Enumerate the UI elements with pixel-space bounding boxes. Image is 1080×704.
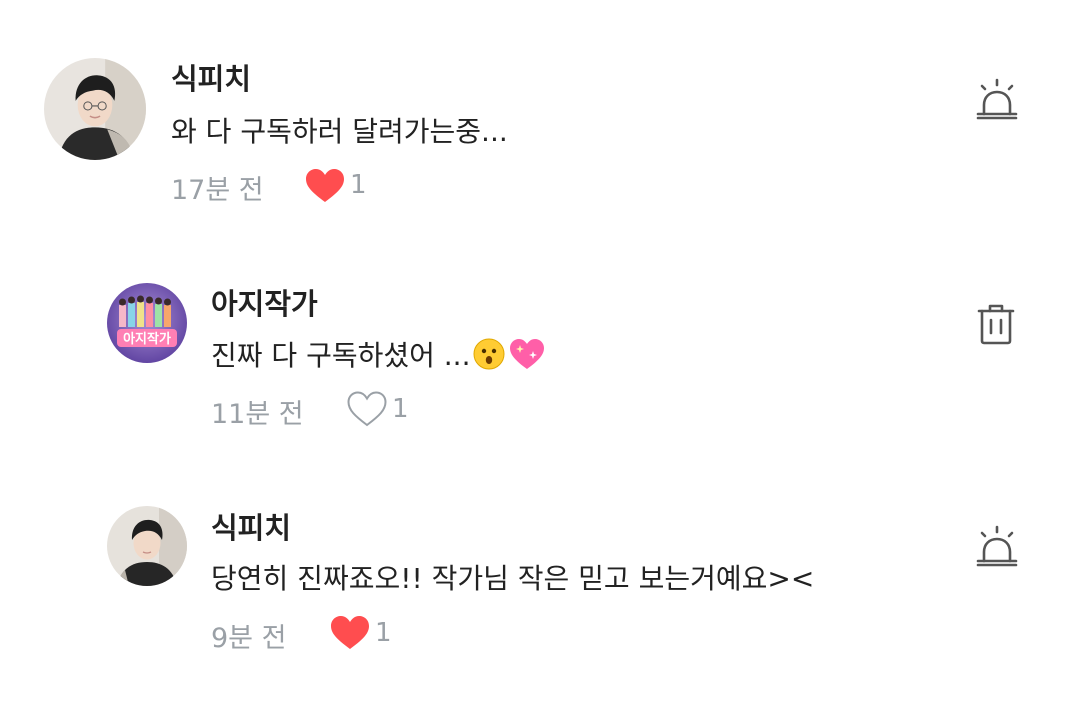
comment-text-content: 진짜 다 구독하셨어 ... (211, 339, 471, 372)
comment-text: 당연히 진짜죠오!! 작가님 작은 믿고 보는거예요>< (211, 562, 815, 595)
avatar[interactable] (107, 506, 187, 586)
like-count: 1 (375, 618, 392, 648)
avatar-text: 아지작가 (123, 331, 171, 347)
heart-outline-icon[interactable] (347, 391, 387, 431)
comment-author[interactable]: 아지작가 (211, 281, 318, 323)
avatar[interactable]: 아지작가 (107, 283, 187, 363)
hushed-face-emoji (472, 337, 506, 378)
sparkling-heart-emoji (508, 337, 546, 378)
comment-time: 11분 전 (211, 399, 304, 430)
comment-time: 9분 전 (211, 623, 287, 654)
like-count: 1 (392, 394, 409, 424)
heart-filled-icon[interactable] (330, 615, 370, 655)
comment-author[interactable]: 식피치 (211, 505, 291, 547)
trash-icon[interactable] (977, 303, 1015, 349)
comment-text: 진짜 다 구독하셨어 ... (211, 334, 546, 378)
report-siren-icon[interactable] (976, 525, 1018, 573)
reply-item: 식피치 당연히 진짜죠오!! 작가님 작은 믿고 보는거예요>< 9분 전 1 (0, 0, 1080, 654)
